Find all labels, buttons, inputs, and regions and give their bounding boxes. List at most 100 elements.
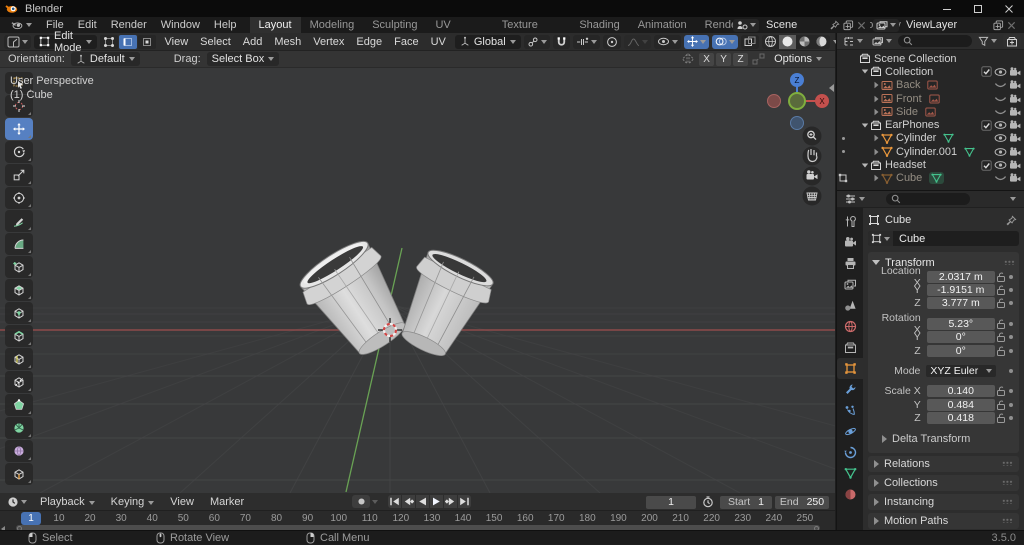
workspace-tab-shading[interactable]: Shading <box>570 17 628 33</box>
scene-selector[interactable]: Scene <box>762 19 870 32</box>
current-frame-field[interactable]: 1 <box>646 496 696 509</box>
tool-poly-build-button[interactable] <box>5 394 33 416</box>
properties-tab-material[interactable] <box>837 484 863 505</box>
viewport-menu-add[interactable]: Add <box>237 34 269 50</box>
properties-search-input[interactable] <box>886 193 970 205</box>
properties-tab-view-layer[interactable] <box>837 274 863 295</box>
viewport-menu-view[interactable]: View <box>159 34 195 50</box>
tool-scale-button[interactable] <box>5 164 33 186</box>
earcup-right-object[interactable] <box>385 242 501 366</box>
animate-dot[interactable] <box>1007 322 1015 326</box>
outliner-row-side[interactable]: Side <box>837 105 1024 118</box>
lock-icon[interactable] <box>995 412 1007 424</box>
orthographic-toggle-button[interactable] <box>803 187 822 206</box>
control-eye-closed-icon[interactable] <box>994 107 1007 117</box>
animate-dot[interactable] <box>1007 416 1015 420</box>
camera-view-button[interactable] <box>803 167 822 186</box>
timeline-menu-marker[interactable]: Marker <box>202 494 252 510</box>
mirror-y-button[interactable]: Y <box>716 53 731 66</box>
tool-add-cube-button[interactable] <box>5 256 33 278</box>
tool-smooth-button[interactable] <box>5 440 33 462</box>
options-dropdown[interactable]: Options <box>769 52 827 66</box>
control-eye-icon[interactable] <box>994 120 1007 130</box>
animate-dot[interactable] <box>1007 349 1015 353</box>
value-field[interactable]: 2.0317 m <box>927 271 995 283</box>
expander-icon[interactable] <box>871 81 881 89</box>
value-field[interactable]: -1.9151 m <box>927 284 995 296</box>
proportional-editing-button[interactable] <box>603 35 621 49</box>
properties-tab-render[interactable] <box>837 232 863 253</box>
new-view-layer-icon[interactable] <box>993 20 1004 31</box>
timeline-menu-view[interactable]: View <box>162 494 202 510</box>
viewport-menu-face[interactable]: Face <box>388 34 424 50</box>
snap-projection-icon[interactable] <box>752 53 765 65</box>
expander-icon[interactable] <box>860 163 870 168</box>
timeline-editor-type-button[interactable] <box>4 495 30 509</box>
jump-to-start-button[interactable] <box>388 495 401 508</box>
control-eye-closed-icon[interactable] <box>994 173 1007 183</box>
outliner-row-back[interactable]: Back <box>837 79 1024 92</box>
control-camera-icon[interactable] <box>1009 107 1022 117</box>
control-camera-icon[interactable] <box>1009 173 1022 183</box>
proportional-falloff-button[interactable] <box>624 35 651 49</box>
menu-render[interactable]: Render <box>104 17 154 33</box>
tool-rotate-button[interactable] <box>5 141 33 163</box>
shading-material-button[interactable] <box>796 35 813 49</box>
control-checkbox-icon[interactable] <box>981 160 992 171</box>
animate-dot[interactable] <box>1007 301 1015 305</box>
outliner-row-earphones[interactable]: EarPhones <box>837 118 1024 131</box>
outliner-search-input[interactable] <box>898 35 972 47</box>
new-collection-button[interactable] <box>1003 34 1021 48</box>
expander-icon[interactable] <box>871 134 881 142</box>
lock-icon[interactable] <box>995 399 1007 411</box>
tool-inset-faces-button[interactable] <box>5 302 33 324</box>
outliner-row-cylinder-001[interactable]: Cylinder.001 <box>837 145 1024 158</box>
panel-instancing[interactable]: Instancing <box>868 494 1019 510</box>
use-preview-range-button[interactable] <box>699 495 717 509</box>
properties-editor-type-button[interactable] <box>841 192 868 206</box>
gizmo-x-neg-axis[interactable] <box>768 95 781 108</box>
tool-spin-button[interactable] <box>5 417 33 439</box>
drag-handle-icon[interactable] <box>1004 260 1015 265</box>
lock-icon[interactable] <box>995 297 1007 309</box>
zoom-button[interactable] <box>803 127 822 146</box>
mode-dropdown[interactable]: Edit Mode <box>34 35 97 49</box>
object-type-visibility-button[interactable] <box>654 35 681 49</box>
value-field[interactable]: 5.23° <box>927 318 995 330</box>
viewport-menu-select[interactable]: Select <box>194 34 237 50</box>
control-checkbox-icon[interactable] <box>981 120 992 131</box>
viewport-menu-uv[interactable]: UV <box>425 34 452 50</box>
play-reverse-button[interactable] <box>416 495 429 508</box>
active-workspace-button[interactable] <box>733 19 759 32</box>
next-keyframe-button[interactable] <box>444 495 457 508</box>
orientation-setting-dropdown[interactable]: Default <box>71 52 140 66</box>
panel-relations[interactable]: Relations <box>868 456 1019 472</box>
sidebar-toggle-arrow[interactable] <box>829 84 834 92</box>
mode-dropdown-field[interactable]: XYZ Euler <box>926 365 995 377</box>
control-camera-icon[interactable] <box>1009 67 1022 77</box>
control-eye-icon[interactable] <box>994 67 1007 77</box>
expander-icon[interactable] <box>871 95 881 103</box>
timeline-ruler[interactable]: 1020304050607080901001101201301401501601… <box>0 511 835 530</box>
control-camera-icon[interactable] <box>1009 80 1022 90</box>
properties-tab-scene[interactable] <box>837 295 863 316</box>
animate-dot[interactable] <box>1007 369 1015 373</box>
outliner-row-headset[interactable]: Headset <box>837 158 1024 171</box>
frame-start-field[interactable]: Start1 <box>720 496 772 509</box>
tool-knife-button[interactable] <box>5 371 33 393</box>
view-layer-button[interactable] <box>873 19 899 32</box>
view-layer-selector[interactable]: ViewLayer <box>902 19 1020 32</box>
animate-dot[interactable] <box>1007 288 1015 292</box>
tool-loop-cut-button[interactable] <box>5 348 33 370</box>
delta-transform-header[interactable]: Delta Transform <box>872 432 1015 447</box>
timeline-menu-playback[interactable]: Playback <box>32 494 103 510</box>
shading-wireframe-button[interactable] <box>762 35 779 49</box>
workspace-tab-uv-editing[interactable]: UV Editing <box>426 17 492 33</box>
earcup-left-object[interactable] <box>292 232 423 368</box>
value-field[interactable]: 3.777 m <box>927 297 995 309</box>
pin-id-icon[interactable] <box>1006 215 1017 226</box>
properties-tab-object[interactable] <box>837 358 863 379</box>
orientation-dropdown[interactable]: Global <box>455 35 521 49</box>
expander-icon[interactable] <box>871 174 881 182</box>
tool-bevel-button[interactable] <box>5 325 33 347</box>
